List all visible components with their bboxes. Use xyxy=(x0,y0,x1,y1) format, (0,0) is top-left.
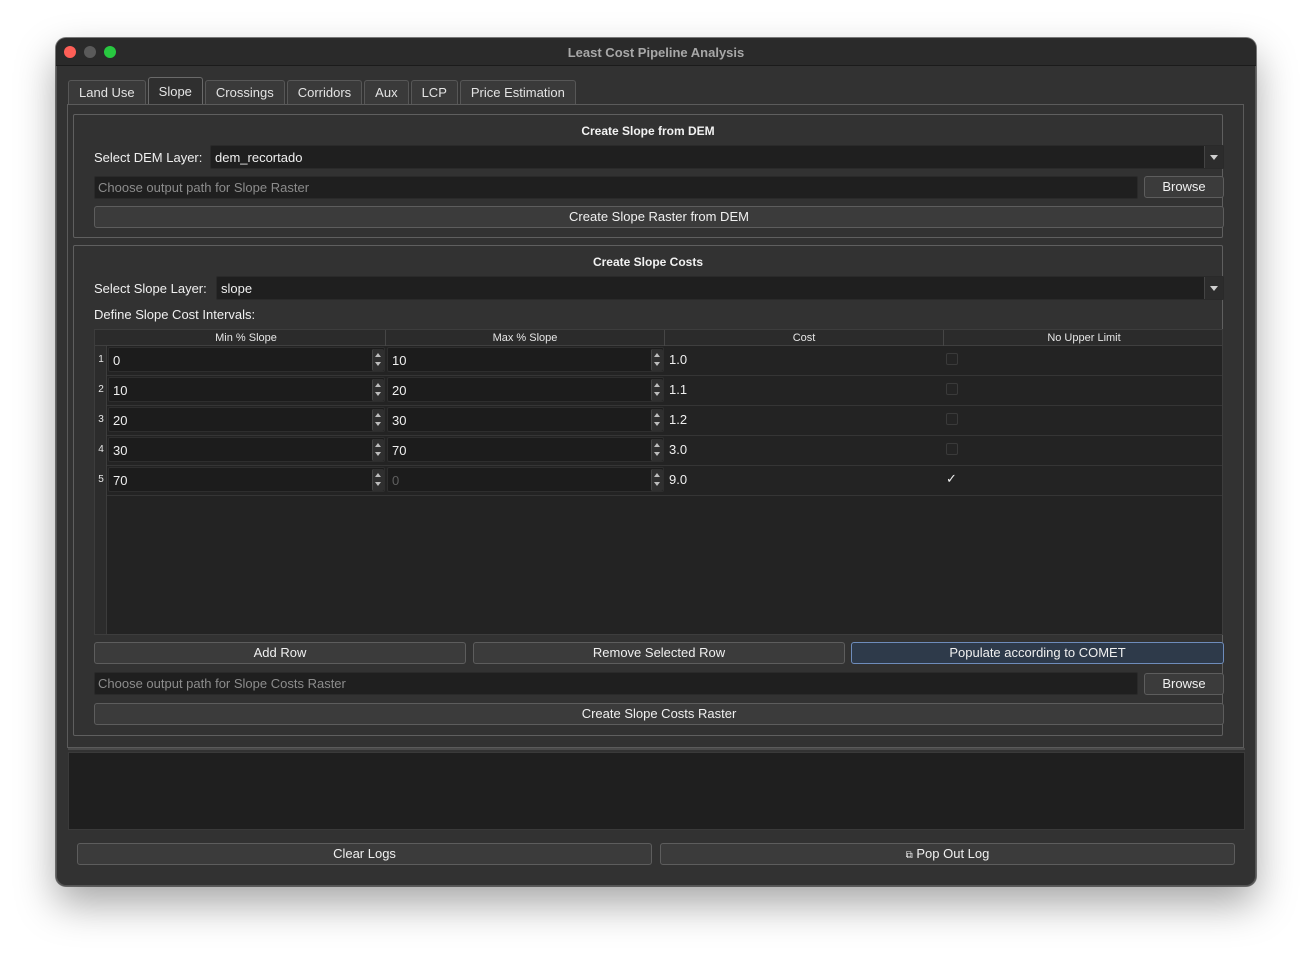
min-slope-spinbox[interactable]: 10 xyxy=(108,377,385,402)
pop-out-icon: ⧉ xyxy=(905,850,913,861)
tab-corridors[interactable]: Corridors xyxy=(286,80,363,104)
min-slope-spinbox[interactable]: 70 xyxy=(108,467,385,492)
max-slope-value: 70 xyxy=(392,443,407,458)
create-slope-costs-raster-button[interactable]: Create Slope Costs Raster xyxy=(94,703,1224,725)
row-divider xyxy=(107,435,1222,436)
dem-layer-label: Select DEM Layer: xyxy=(94,150,203,165)
no-upper-limit-checkbox[interactable] xyxy=(946,413,958,425)
max-slope-value: 0 xyxy=(392,473,400,488)
dem-layer-value: dem_recortado xyxy=(215,150,303,165)
slope-layer-label: Select Slope Layer: xyxy=(94,281,207,296)
create-slope-raster-button[interactable]: Create Slope Raster from DEM xyxy=(94,206,1224,228)
row-number[interactable]: 3 xyxy=(95,414,107,425)
browse-slope-costs-button[interactable]: Browse xyxy=(1144,673,1224,695)
slope-layer-select[interactable]: slope xyxy=(216,276,1224,300)
column-header-min-slope[interactable]: Min % Slope xyxy=(107,330,386,346)
row-divider xyxy=(107,495,1222,496)
cost-cell[interactable]: 9.0 xyxy=(669,472,687,487)
spin-arrows-icon[interactable] xyxy=(372,379,384,401)
slope-cost-table: Min % Slope Max % Slope Cost No Upper Li… xyxy=(94,329,1223,635)
chevron-down-icon[interactable] xyxy=(1204,146,1223,168)
max-slope-value: 30 xyxy=(392,413,407,428)
pop-out-log-button[interactable]: ⧉ Pop Out Log xyxy=(660,843,1235,865)
min-slope-spinbox[interactable]: 30 xyxy=(108,437,385,462)
spin-arrows-icon[interactable] xyxy=(372,349,384,371)
row-divider xyxy=(107,375,1222,376)
title-bar: Least Cost Pipeline Analysis xyxy=(56,38,1256,66)
pop-out-log-label: Pop Out Log xyxy=(916,846,990,861)
cost-cell[interactable]: 1.1 xyxy=(669,382,687,397)
max-slope-spinbox[interactable]: 0 xyxy=(387,467,664,492)
row-number[interactable]: 2 xyxy=(95,384,107,395)
slope-layer-value: slope xyxy=(221,281,253,296)
tab-aux[interactable]: Aux xyxy=(364,80,409,104)
row-divider xyxy=(107,465,1222,466)
max-slope-value: 20 xyxy=(392,383,407,398)
group-title: Create Slope from DEM xyxy=(581,124,715,138)
tab-lcp[interactable]: LCP xyxy=(410,80,458,104)
clear-logs-button[interactable]: Clear Logs xyxy=(77,843,652,865)
populate-comet-button[interactable]: Populate according to COMET xyxy=(851,642,1224,664)
app-window: Least Cost Pipeline Analysis Land Use Sl… xyxy=(56,38,1256,886)
row-divider xyxy=(107,405,1222,406)
no-upper-limit-checkbox[interactable] xyxy=(946,383,958,395)
tab-bar: Land Use Slope Crossings Corridors Aux L… xyxy=(68,77,578,104)
min-slope-spinbox[interactable]: 20 xyxy=(108,407,385,432)
no-upper-limit-checkbox[interactable]: ✓ xyxy=(946,472,958,485)
spin-arrows-icon[interactable] xyxy=(651,439,663,461)
min-slope-value: 70 xyxy=(113,473,128,488)
no-upper-limit-checkbox[interactable] xyxy=(946,443,958,455)
row-number[interactable]: 4 xyxy=(95,444,107,455)
spin-arrows-icon[interactable] xyxy=(372,409,384,431)
dem-layer-select[interactable]: dem_recortado xyxy=(210,145,1224,169)
max-slope-spinbox[interactable]: 30 xyxy=(387,407,664,432)
table-header: Min % Slope Max % Slope Cost No Upper Li… xyxy=(95,330,1222,346)
row-number[interactable]: 5 xyxy=(95,474,107,485)
tab-price-estimation[interactable]: Price Estimation xyxy=(459,80,576,104)
chevron-down-icon[interactable] xyxy=(1204,277,1223,299)
min-slope-spinbox[interactable]: 0 xyxy=(108,347,385,372)
cost-cell[interactable]: 3.0 xyxy=(669,442,687,457)
remove-selected-row-button[interactable]: Remove Selected Row xyxy=(473,642,845,664)
spin-arrows-icon[interactable] xyxy=(372,439,384,461)
tab-slope[interactable]: Slope xyxy=(147,77,203,104)
cost-cell[interactable]: 1.2 xyxy=(669,412,687,427)
tab-crossings[interactable]: Crossings xyxy=(204,80,285,104)
slope-costs-output-field[interactable]: Choose output path for Slope Costs Raste… xyxy=(94,672,1138,695)
max-slope-spinbox[interactable]: 10 xyxy=(387,347,664,372)
min-slope-value: 20 xyxy=(113,413,128,428)
column-header-no-upper-limit[interactable]: No Upper Limit xyxy=(944,330,1224,346)
add-row-button[interactable]: Add Row xyxy=(94,642,466,664)
max-slope-value: 10 xyxy=(392,353,407,368)
splitter-handle[interactable] xyxy=(68,748,1245,750)
no-upper-limit-checkbox[interactable] xyxy=(946,353,958,365)
min-slope-value: 30 xyxy=(113,443,128,458)
spin-arrows-icon[interactable] xyxy=(372,469,384,491)
row-number[interactable]: 1 xyxy=(95,354,107,365)
group-title: Create Slope Costs xyxy=(592,255,704,269)
window-title: Least Cost Pipeline Analysis xyxy=(567,45,745,60)
browse-slope-raster-button[interactable]: Browse xyxy=(1144,176,1224,198)
log-output-area[interactable] xyxy=(68,752,1245,830)
intervals-label: Define Slope Cost Intervals: xyxy=(94,307,256,322)
spin-arrows-icon[interactable] xyxy=(651,349,663,371)
cost-cell[interactable]: 1.0 xyxy=(669,352,687,367)
column-header-max-slope[interactable]: Max % Slope xyxy=(386,330,665,346)
spin-arrows-icon[interactable] xyxy=(651,409,663,431)
column-header-cost[interactable]: Cost xyxy=(665,330,944,346)
spin-arrows-icon[interactable] xyxy=(651,379,663,401)
max-slope-spinbox[interactable]: 70 xyxy=(387,437,664,462)
spin-arrows-icon[interactable] xyxy=(651,469,663,491)
max-slope-spinbox[interactable]: 20 xyxy=(387,377,664,402)
tab-land-use[interactable]: Land Use xyxy=(68,80,146,104)
min-slope-value: 10 xyxy=(113,383,128,398)
slope-raster-output-field[interactable]: Choose output path for Slope Raster xyxy=(94,176,1138,199)
min-slope-value: 0 xyxy=(113,353,121,368)
